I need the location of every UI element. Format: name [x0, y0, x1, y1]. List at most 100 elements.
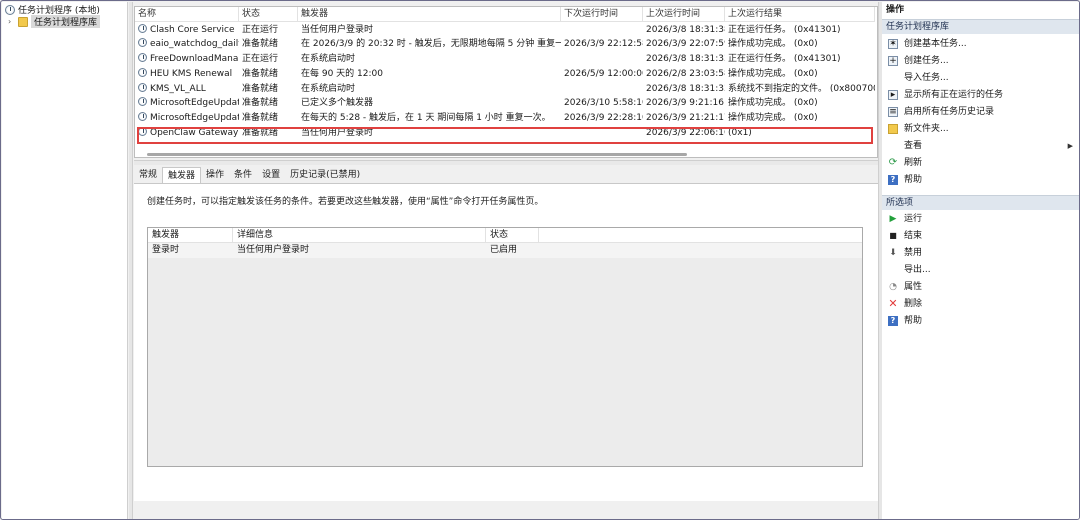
delete-icon: ✕ — [888, 297, 898, 310]
column-header-last-result[interactable]: 上次运行结果 — [725, 7, 875, 22]
tab-settings[interactable]: 设置 — [257, 167, 285, 183]
task-next-run-text: 2026/5/9 12:00:00 — [564, 68, 643, 79]
task-last-result: 正在运行任务。 (0x41301) — [725, 23, 875, 38]
action-item[interactable]: ✕ 删除 — [882, 296, 1079, 313]
tree-library-item[interactable]: › 任务计划程序库 — [8, 15, 101, 28]
action-item-label: 禁用 — [904, 248, 923, 258]
status-column-header[interactable]: 状态 — [486, 228, 539, 243]
actions-section-selected[interactable]: 所选项 — [882, 195, 1079, 210]
expand-arrow-icon[interactable]: › — [8, 17, 16, 26]
action-item[interactable]: 查看 ▶ — [882, 138, 1079, 155]
task-row[interactable]: eaio_watchdog_daily 准备就绪 在 2026/3/9 的 20:3… — [135, 37, 875, 52]
action-item[interactable]: ⬇ 禁用 — [882, 245, 1079, 262]
action-item[interactable]: ≡ 启用所有任务历史记录 — [882, 104, 1079, 121]
task-status: 准备就绪 — [239, 96, 298, 111]
task-clock-icon — [138, 38, 147, 48]
task-row[interactable]: Clash Core Service 正在运行 当任何用户登录时 2026/3/8 1… — [135, 23, 875, 38]
task-last-run-text: 2026/3/8 18:31:33 — [646, 83, 725, 94]
action-item[interactable]: ■ 结束 — [882, 228, 1079, 245]
folder-icon — [888, 124, 898, 134]
tab-general[interactable]: 常规 — [134, 167, 162, 183]
actions-title: 操作 — [886, 5, 905, 15]
task-row[interactable]: FreeDownloadMana... 正在运行 在系统启动时 2026/3/8 18… — [135, 52, 875, 67]
task-status-text: 准备就绪 — [242, 98, 279, 109]
task-name-text: KMS_VL_ALL — [150, 83, 206, 94]
create-task-icon: + — [888, 56, 898, 66]
task-row[interactable]: MicrosoftEdgeUpdat...准备就绪 已定义多个触发器 2026/3/… — [135, 96, 875, 111]
trigger-column-header[interactable]: 触发器 — [148, 228, 233, 243]
task-list: 名称 状态 触发器 下次运行时间 上次运行时间 上次运行结果 Clash Cor… — [134, 6, 878, 158]
action-item[interactable]: ⟳ 刷新 — [882, 155, 1079, 172]
task-last-result-text: 操作成功完成。 (0x0) — [728, 112, 818, 123]
column-header-trigger[interactable]: 触发器 — [298, 7, 561, 22]
action-item[interactable]: ▸ 显示所有正在运行的任务 — [882, 87, 1079, 104]
task-list-header: 名称 状态 触发器 下次运行时间 上次运行时间 上次运行结果 — [135, 7, 875, 22]
refresh-icon: ⟳ — [888, 157, 898, 168]
tab-actions[interactable]: 操作 — [201, 167, 229, 183]
task-row[interactable]: MicrosoftEdgeUpdat...准备就绪 在每天的 5:28 - 触发后… — [135, 111, 875, 126]
task-trigger-text: 在系统启动时 — [301, 54, 356, 65]
action-item[interactable]: 导出... — [882, 262, 1079, 279]
action-item[interactable]: ✶ 创建基本任务... — [882, 36, 1079, 53]
trigger-row[interactable]: 登录时 当任何用户登录时 已启用 — [148, 243, 862, 258]
task-last-run: 2026/3/9 22:07:59 — [643, 37, 725, 52]
trigger-table-header: 触发器 详细信息 状态 — [148, 228, 862, 243]
task-row[interactable]: HEU KMS Renewal 准备就绪 在每 90 天的 12:00 2026/5/… — [135, 67, 875, 82]
column-header-status[interactable]: 状态 — [239, 7, 298, 22]
task-last-run: 2026/3/9 21:21:17 — [643, 111, 725, 126]
details-column-header[interactable]: 详细信息 — [233, 228, 486, 243]
task-clock-icon — [138, 82, 147, 92]
folder-icon — [18, 16, 28, 27]
action-item[interactable]: ▶ 运行 — [882, 211, 1079, 228]
task-next-run — [561, 52, 643, 67]
task-next-run — [561, 82, 643, 97]
action-item-label: 查看 — [904, 141, 923, 151]
tab-history[interactable]: 历史记录(已禁用) — [285, 167, 365, 183]
task-trigger-text: 在 2026/3/9 的 20:32 时 - 触发后，无限期地每隔 5 分钟 重… — [301, 39, 561, 50]
stop-icon: ■ — [889, 231, 897, 240]
column-header-next-run[interactable]: 下次运行时间 — [561, 7, 643, 22]
task-name: Clash Core Service — [135, 23, 239, 38]
action-item-label: 帮助 — [904, 175, 923, 185]
action-item-label: 结束 — [904, 231, 923, 241]
task-clock-icon — [138, 53, 147, 63]
action-item[interactable]: ◔ 属性 — [882, 279, 1079, 296]
horizontal-scrollbar[interactable] — [147, 153, 687, 156]
task-name-text: MicrosoftEdgeUpdat... — [150, 112, 239, 123]
action-item[interactable]: ? 帮助 — [882, 313, 1079, 330]
actions-pane: 操作 任务计划程序库 ✶ 创建基本任务... + 创建任务... 导入任务... ▸ 显示所… — [882, 2, 1079, 519]
triggers-tab-body: 创建任务时，可以指定触发该任务的条件。若要更改这些触发器，使用“属性”命令打开任… — [134, 183, 878, 501]
task-last-run-text: 2026/2/8 23:03:58 — [646, 68, 725, 79]
action-item[interactable]: ? 帮助 — [882, 172, 1079, 189]
column-header-last-run[interactable]: 上次运行时间 — [643, 7, 725, 22]
left-splitter[interactable] — [129, 2, 133, 519]
action-item[interactable]: 导入任务... — [882, 70, 1079, 87]
action-item[interactable]: 新文件夹... — [882, 121, 1079, 138]
action-item[interactable]: + 创建任务... — [882, 53, 1079, 70]
task-last-run: 2026/3/8 18:31:33 — [643, 82, 725, 97]
task-trigger: 当任何用户登录时 — [298, 23, 561, 38]
task-name: MicrosoftEdgeUpdat... — [135, 111, 239, 126]
column-header-name[interactable]: 名称 — [135, 7, 239, 22]
tab-conditions[interactable]: 条件 — [229, 167, 257, 183]
action-item-label: 创建基本任务... — [904, 39, 967, 49]
task-status-text: 正在运行 — [242, 24, 279, 35]
task-last-result-text: 正在运行任务。 (0x41301) — [728, 24, 841, 35]
task-trigger-text: 在每天的 5:28 - 触发后，在 1 天 期间每隔 1 小时 重复一次。 — [301, 112, 551, 123]
task-row[interactable]: KMS_VL_ALL 准备就绪 在系统启动时 2026/3/8 18:31:33 系统找… — [135, 82, 875, 97]
action-item-label: 删除 — [904, 299, 923, 309]
task-name-text: HEU KMS Renewal — [150, 68, 233, 79]
task-next-run: 2026/5/9 12:00:00 — [561, 67, 643, 82]
task-last-result: 操作成功完成。 (0x0) — [725, 37, 875, 52]
actions-section-library[interactable]: 任务计划程序库 — [882, 19, 1079, 34]
tab-triggers[interactable]: 触发器 — [162, 167, 202, 183]
task-name-text: Clash Core Service — [150, 24, 235, 35]
action-item-label: 显示所有正在运行的任务 — [904, 90, 1004, 100]
action-item-label: 运行 — [904, 214, 923, 224]
task-name: FreeDownloadMana... — [135, 52, 239, 67]
running-tasks-icon: ▸ — [888, 90, 898, 100]
trigger-status: 已启用 — [490, 245, 518, 255]
task-trigger-text: 在每 90 天的 12:00 — [301, 68, 383, 79]
disable-icon: ⬇ — [889, 248, 897, 258]
task-status-text: 准备就绪 — [242, 39, 279, 50]
